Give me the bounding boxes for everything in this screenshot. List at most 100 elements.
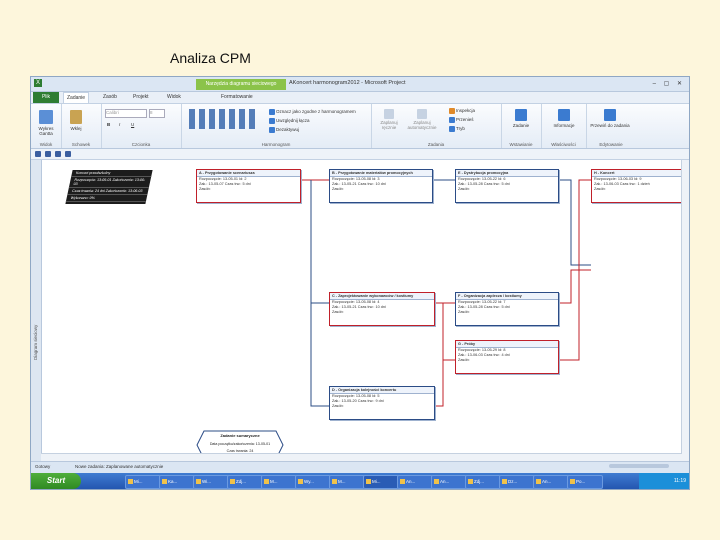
gantt-chart-button[interactable]: Wykres Gantta xyxy=(34,110,58,136)
inactivate-button[interactable]: Dezaktywuj xyxy=(269,127,299,133)
taskbar-item[interactable]: Ka... xyxy=(159,475,195,489)
mark-on-track-button[interactable]: Oznacz jako zgodne z harmonogramem xyxy=(269,109,356,115)
taskbar-item[interactable]: An... xyxy=(431,475,467,489)
scroll-to-task-label: Przewiń do zadania xyxy=(590,123,630,128)
inspect-button[interactable]: Inspekcja xyxy=(449,108,475,114)
paste-button[interactable]: Wklej xyxy=(66,110,86,131)
information-icon xyxy=(558,109,570,121)
milestone-title: Zadanie sumaryczne xyxy=(220,433,260,438)
task-node-title: C - Zaprojektowanie wykonawców / kostium… xyxy=(330,293,434,300)
manually-schedule-button[interactable]: Zaplanuj ręcznie xyxy=(377,109,401,130)
taskbar-item[interactable]: Zdj... xyxy=(227,475,263,489)
taskbar-item[interactable]: Wy... xyxy=(295,475,331,489)
project-window: X Narzędzia diagramu sieciowego AKoncert… xyxy=(30,76,690,490)
status-new-tasks[interactable]: Nowe zadania: Zaplanowane automatycznie xyxy=(75,464,163,469)
group-clipboard: Wklej Schowek xyxy=(61,104,102,148)
horizontal-scrollbar[interactable] xyxy=(41,453,682,461)
task-node-title: G - Próby xyxy=(456,341,558,348)
vertical-scrollbar[interactable] xyxy=(681,160,689,461)
mark-on-track-label: Oznacz jako zgodne z harmonogramem xyxy=(276,109,356,115)
status-bar: Gotowy Nowe zadania: Zaplanowane automat… xyxy=(31,461,689,473)
task-node-d[interactable]: D - Organizacja kolejności koncertu Rozp… xyxy=(329,386,435,420)
task-node-h[interactable]: H - Koncert Rozpoczęcie: 13-06-03 Id: 9 … xyxy=(591,169,683,203)
font-size-select[interactable]: 8 xyxy=(149,109,165,118)
insert-task-icon xyxy=(515,109,527,121)
taskbar-item-active[interactable]: Mi... xyxy=(363,475,399,489)
save-icon[interactable] xyxy=(35,151,41,157)
taskbar-item[interactable]: An... xyxy=(533,475,569,489)
group-insert: Zadanie Wstawianie xyxy=(501,104,542,148)
task-node-resource: Zasób: xyxy=(332,187,344,191)
task-node-g[interactable]: G - Próby Rozpoczęcie: 13-05-29 Id: 8 Za… xyxy=(455,340,559,374)
taskbar-item[interactable]: Dz... xyxy=(499,475,535,489)
paste-label: Wklej xyxy=(70,126,82,131)
underline-button[interactable]: U xyxy=(131,122,134,127)
group-properties: Informacje Właściwości xyxy=(541,104,587,148)
task-node-title: A - Przygotowanie scenariusza xyxy=(197,170,300,177)
auto-schedule-label: Zaplanuj automatycznie xyxy=(407,120,437,130)
auto-schedule-button[interactable]: Zaplanuj automatycznie xyxy=(407,109,437,130)
tab-format[interactable]: Formatowanie xyxy=(221,94,253,100)
taskbar-item[interactable]: Zdj... xyxy=(465,475,501,489)
task-node-resource: Zasób: xyxy=(594,187,606,191)
respect-links-icon xyxy=(269,118,275,124)
respect-links-label: Uwzględnij łącza xyxy=(276,118,310,124)
task-node-title: B - Przygotowanie materiałów promocyjnyc… xyxy=(330,170,432,177)
task-node-f[interactable]: F - Organizacja zaplecza / kostiumy Rozp… xyxy=(455,292,559,326)
group-view: Wykres Gantta Widok xyxy=(31,104,62,148)
tab-task[interactable]: Zadanie xyxy=(63,92,90,103)
network-diagram: Diagram sieciowy Koncert przedszkolny Ro… xyxy=(31,160,689,461)
window-controls[interactable]: – ▢ ✕ xyxy=(653,80,685,87)
font-name-select[interactable]: Calibri xyxy=(105,109,147,118)
taskbar-item[interactable]: Wi... xyxy=(193,475,229,489)
move-button[interactable]: Przenieś xyxy=(449,117,474,123)
task-node-c[interactable]: C - Zaprojektowanie wykonawców / kostium… xyxy=(329,292,435,326)
mode-button[interactable]: Tryb xyxy=(449,126,465,132)
taskbar-item[interactable]: M... xyxy=(261,475,297,489)
scroll-to-task-button[interactable]: Przewiń do zadania xyxy=(590,109,630,128)
slide-title: Analiza CPM xyxy=(170,50,251,66)
app-icon[interactable]: X xyxy=(34,79,42,87)
task-node-resource: Zasób: xyxy=(458,310,470,314)
task-node-a[interactable]: A - Przygotowanie scenariusza Rozpoczęci… xyxy=(196,169,301,203)
mode-label: Tryb xyxy=(456,126,465,132)
inactivate-icon xyxy=(269,127,275,133)
percent-complete-buttons[interactable] xyxy=(189,109,259,129)
ribbon: Wykres Gantta Widok Wklej Schowek Calibr… xyxy=(31,104,689,149)
redo-icon[interactable] xyxy=(55,151,61,157)
zoom-slider[interactable] xyxy=(609,464,669,468)
group-font-label: Czcionka xyxy=(131,142,151,147)
information-button[interactable]: Informacje xyxy=(547,109,581,128)
undo-icon[interactable] xyxy=(45,151,51,157)
group-schedule-label: Harmonogram xyxy=(261,142,291,147)
taskbar-item[interactable]: Mi... xyxy=(125,475,161,489)
manually-schedule-label: Zaplanuj ręcznie xyxy=(380,120,398,130)
group-clipboard-label: Schowek xyxy=(71,142,91,147)
group-insert-label: Wstawianie xyxy=(509,142,533,147)
insert-task-button[interactable]: Zadanie xyxy=(509,109,533,128)
respect-links-button[interactable]: Uwzględnij łącza xyxy=(269,118,310,124)
bold-button[interactable]: B xyxy=(107,122,110,127)
task-node-title: H - Koncert xyxy=(592,170,682,177)
tab-resource[interactable]: Zasób xyxy=(103,94,117,100)
task-node-resource: Zasób: xyxy=(199,187,211,191)
tab-project[interactable]: Projekt xyxy=(133,94,149,100)
scroll-to-task-icon xyxy=(604,109,616,121)
inspect-icon xyxy=(449,108,455,114)
italic-button[interactable]: I xyxy=(119,122,120,127)
tab-view[interactable]: Widok xyxy=(167,94,181,100)
start-button[interactable]: Start xyxy=(31,473,81,489)
quick-access-toolbar xyxy=(31,149,689,160)
task-node-e[interactable]: E - Dystrybucja promocyjna Rozpoczęcie: … xyxy=(455,169,559,203)
taskbar-item[interactable]: Po... xyxy=(567,475,603,489)
mark-on-track-icon xyxy=(269,109,275,115)
tab-file[interactable]: Plik xyxy=(33,92,59,103)
system-tray-clock[interactable]: 11:19 xyxy=(639,473,689,489)
taskbar-item[interactable]: M... xyxy=(329,475,365,489)
link-c-g xyxy=(433,302,455,361)
customize-icon[interactable] xyxy=(65,151,71,157)
move-label: Przenieś xyxy=(456,117,474,123)
task-node-b[interactable]: B - Przygotowanie materiałów promocyjnyc… xyxy=(329,169,433,203)
taskbar-item[interactable]: An... xyxy=(397,475,433,489)
link-f-h xyxy=(557,269,591,304)
